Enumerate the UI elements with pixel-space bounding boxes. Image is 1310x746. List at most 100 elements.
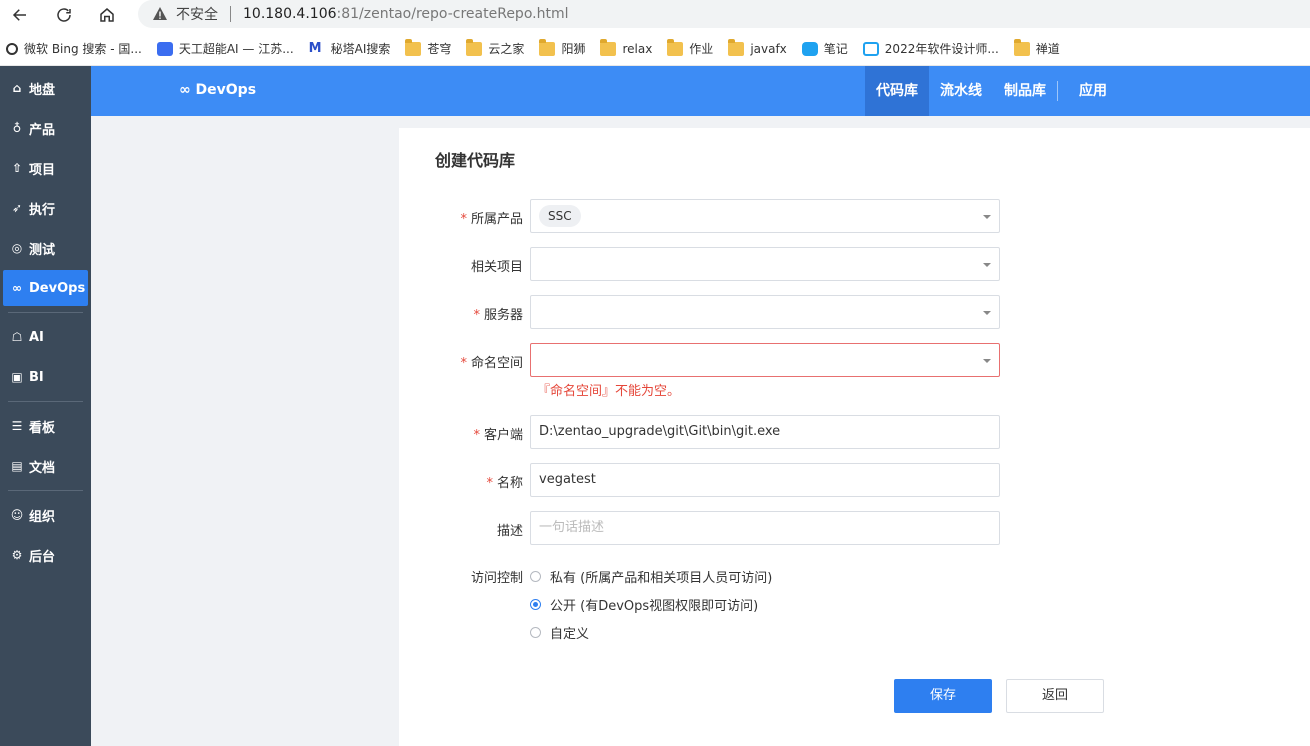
folder-icon <box>539 38 556 56</box>
namespace-error: 『命名空间』不能为空。 <box>537 384 681 399</box>
sidebar-divider <box>8 312 83 313</box>
bookmark-folder-cangqiong[interactable]: 苍穹 <box>405 38 451 57</box>
bookmark-metaso[interactable]: M 秘塔AI搜索 <box>309 40 391 57</box>
sidebar-divider <box>8 401 83 402</box>
page-title: 创建代码库 <box>435 151 516 170</box>
sidebar-item-bi[interactable]: ▣ BI <box>3 359 88 395</box>
chevron-down-icon <box>983 311 991 315</box>
tab-app[interactable]: 应用 <box>1058 66 1128 116</box>
namespace-select[interactable] <box>530 343 1000 377</box>
sidebar-item-test[interactable]: ◎ 测试 <box>3 230 88 266</box>
run-icon: ➶ <box>11 201 23 215</box>
url-host: 10.180.4.106 <box>243 6 337 22</box>
sidebar-item-board[interactable]: ☰ 看板 <box>3 408 88 444</box>
namespace-label: * 命名空间 <box>460 356 523 371</box>
tab-artifact[interactable]: 制品库 <box>993 66 1057 116</box>
access-label: 访问控制 <box>470 571 523 586</box>
sidebar-item-devops[interactable]: ∞ DevOps <box>3 270 88 306</box>
back-button[interactable]: 返回 <box>1006 679 1104 713</box>
chevron-down-icon <box>983 359 991 363</box>
warning-icon <box>153 7 167 20</box>
sidebar-item-home[interactable]: ⌂ 地盘 <box>3 70 88 106</box>
create-repo-panel: 创建代码库 * 所属产品 SSC 相关项目 * 服务器 * 命名空间 『命名空间』不能… <box>399 128 1310 746</box>
sidebar-item-execution[interactable]: ➶ 执行 <box>3 190 88 226</box>
bookmark-folder-yunzhijia[interactable]: 云之家 <box>466 38 524 57</box>
client-row: * 客户端 D:\zentao_upgrade\git\Git\bin\git.e… <box>399 415 1310 449</box>
tab-repo[interactable]: 代码库 <box>865 66 929 116</box>
chevron-down-icon <box>983 263 991 267</box>
access-option-public[interactable]: 公开 (有DevOps视图权限即可访问) <box>530 594 758 614</box>
home-icon: ⌂ <box>12 81 22 95</box>
insecure-label: 不安全 <box>176 7 218 23</box>
module-tabs: 代码库 流水线 制品库 应用 <box>865 66 1128 116</box>
browser-toolbar: 不安全 10.180.4.106:81/zentao/repo-createRe… <box>0 0 1310 30</box>
sidebar-item-project[interactable]: ⇧ 项目 <box>3 150 88 186</box>
sidebar: ⌂ 地盘 ♁ 产品 ⇧ 项目 ➶ 执行 ◎ 测试 ∞ DevOps ☖ AI ▣ BI ☰ 看板 … <box>0 66 91 746</box>
server-row: * 服务器 <box>399 295 1310 329</box>
bilibili-icon <box>862 41 879 56</box>
folder-icon <box>667 38 684 56</box>
home-icon[interactable] <box>95 3 119 27</box>
infinity-icon: ∞ <box>12 281 22 295</box>
product-select[interactable]: SSC <box>530 199 1000 233</box>
doc-icon: ▤ <box>11 459 23 473</box>
search-icon <box>6 42 18 55</box>
sidebar-item-doc[interactable]: ▤ 文档 <box>3 448 88 484</box>
desc-input[interactable]: 一句话描述 <box>530 511 1000 545</box>
client-label: * 客户端 <box>473 428 523 443</box>
server-label: * 服务器 <box>473 308 523 323</box>
back-arrow-icon[interactable] <box>8 3 32 27</box>
bookmark-folder-zuoye[interactable]: 作业 <box>667 38 713 57</box>
folder-icon <box>405 38 422 56</box>
sidebar-item-ai[interactable]: ☖ AI <box>3 319 88 355</box>
product-label: * 所属产品 <box>460 212 523 227</box>
bookmark-notes[interactable]: 笔记 <box>801 40 848 57</box>
bulb-icon: ♁ <box>12 121 22 135</box>
url-divider <box>230 6 231 22</box>
folder-icon <box>728 38 745 56</box>
sidebar-divider <box>8 490 83 491</box>
bookmark-folder-javafx[interactable]: javafx <box>728 38 787 56</box>
desc-label: 描述 <box>496 524 523 539</box>
cloud-icon <box>801 41 818 56</box>
server-select[interactable] <box>530 295 1000 329</box>
settings-icon: ⚙ <box>11 548 23 562</box>
bookmark-bilibili[interactable]: 2022年软件设计师... <box>862 40 999 57</box>
chevron-down-icon <box>983 215 991 219</box>
product-tag: SSC <box>539 205 581 227</box>
save-button[interactable]: 保存 <box>894 679 992 713</box>
reload-icon[interactable] <box>52 3 76 27</box>
desc-row: 描述 一句话描述 <box>399 511 1310 545</box>
radio-public[interactable] <box>530 598 541 610</box>
bookmarks-bar: 微软 Bing 搜索 - 国... 天工超能AI — 江苏... M 秘塔AI搜… <box>0 32 1310 66</box>
name-input[interactable]: vegatest <box>530 463 1000 497</box>
top-navbar: ∞ DevOps 代码库 流水线 制品库 应用 <box>91 66 1310 116</box>
radio-private[interactable] <box>530 570 541 582</box>
radio-custom[interactable] <box>530 626 541 638</box>
tiangong-icon <box>156 41 173 56</box>
folder-icon <box>466 38 483 56</box>
bookmark-folder-yangshi[interactable]: 阳狮 <box>539 38 585 57</box>
sidebar-item-org[interactable]: ☺ 组织 <box>3 497 88 533</box>
bookmark-bing[interactable]: 微软 Bing 搜索 - 国... <box>6 40 142 57</box>
client-input[interactable]: D:\zentao_upgrade\git\Git\bin\git.exe <box>530 415 1000 449</box>
desc-placeholder: 一句话描述 <box>539 520 605 535</box>
address-bar[interactable]: 不安全 10.180.4.106:81/zentao/repo-createRe… <box>138 0 1310 28</box>
access-option-custom[interactable]: 自定义 <box>530 622 589 642</box>
access-option-private[interactable]: 私有 (所属产品和相关项目人员可访问) <box>530 566 772 586</box>
folder-icon <box>600 38 617 56</box>
board-icon: ☰ <box>11 419 23 433</box>
robot-icon: ☖ <box>11 330 23 344</box>
product-row: * 所属产品 SSC <box>399 199 1310 233</box>
project-select[interactable] <box>530 247 1000 281</box>
sidebar-item-product[interactable]: ♁ 产品 <box>3 110 88 146</box>
module-title: ∞ DevOps <box>179 82 257 98</box>
name-row: * 名称 vegatest <box>399 463 1310 497</box>
name-label: * 名称 <box>486 476 523 491</box>
chart-icon: ▣ <box>11 370 23 384</box>
bookmark-tiangong[interactable]: 天工超能AI — 江苏... <box>156 40 294 57</box>
bookmark-folder-relax[interactable]: relax <box>600 38 652 56</box>
sidebar-item-admin[interactable]: ⚙ 后台 <box>3 537 88 573</box>
bookmark-folder-chandao[interactable]: 禅道 <box>1013 38 1060 57</box>
tab-pipeline[interactable]: 流水线 <box>929 66 993 116</box>
